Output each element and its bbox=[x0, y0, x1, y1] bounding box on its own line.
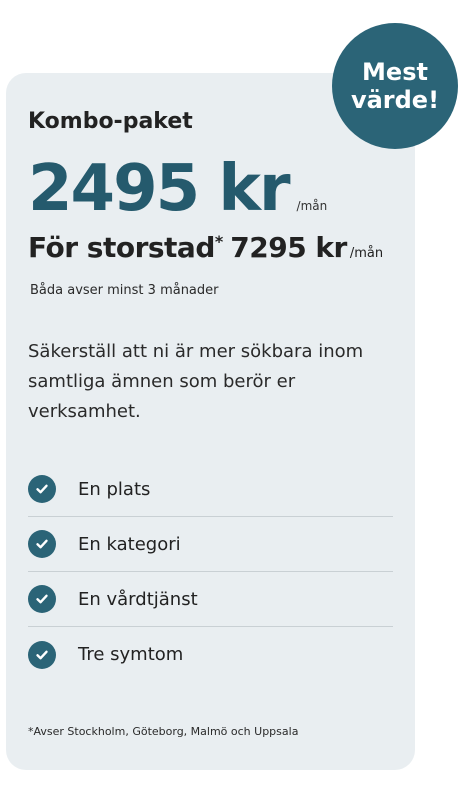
feature-item: En plats bbox=[28, 462, 393, 517]
feature-label: En vårdtjänst bbox=[78, 588, 198, 610]
feature-label: En kategori bbox=[78, 533, 181, 555]
plan-price-unit: /mån bbox=[296, 199, 328, 213]
city-footnote: *Avser Stockholm, Göteborg, Malmö och Up… bbox=[28, 725, 299, 738]
plan-price: 2495 kr bbox=[28, 152, 291, 226]
city-price-row: För storstad * 7295 kr /mån bbox=[28, 231, 383, 264]
feature-item: En vårdtjänst bbox=[28, 572, 393, 627]
city-price-label: För storstad bbox=[28, 231, 215, 264]
check-circle-icon bbox=[28, 585, 56, 613]
most-value-badge: Mest värde! bbox=[332, 23, 458, 149]
check-circle-icon bbox=[28, 475, 56, 503]
check-circle-icon bbox=[28, 530, 56, 558]
plan-name: Kombo-paket bbox=[28, 109, 193, 134]
feature-list: En plats En kategori En vårdtjänst Tre s… bbox=[28, 462, 393, 682]
check-circle-icon bbox=[28, 640, 56, 669]
city-price-unit: /mån bbox=[349, 246, 384, 261]
feature-label: En plats bbox=[78, 478, 151, 500]
badge-label: Mest värde! bbox=[350, 58, 440, 114]
feature-label: Tre symtom bbox=[78, 644, 184, 665]
minimum-term-note: Båda avser minst 3 månader bbox=[30, 283, 219, 298]
city-footnote-marker: * bbox=[214, 232, 224, 251]
city-price: 7295 kr bbox=[230, 231, 347, 264]
feature-item: Tre symtom bbox=[28, 627, 393, 682]
price-row: 2495 kr /mån bbox=[28, 153, 327, 225]
feature-item: En kategori bbox=[28, 517, 393, 572]
plan-description: Säkerställ att ni är mer sökbara inom sa… bbox=[28, 341, 364, 422]
pricing-card: Kombo-paket 2495 kr /mån För storstad * … bbox=[6, 73, 415, 770]
